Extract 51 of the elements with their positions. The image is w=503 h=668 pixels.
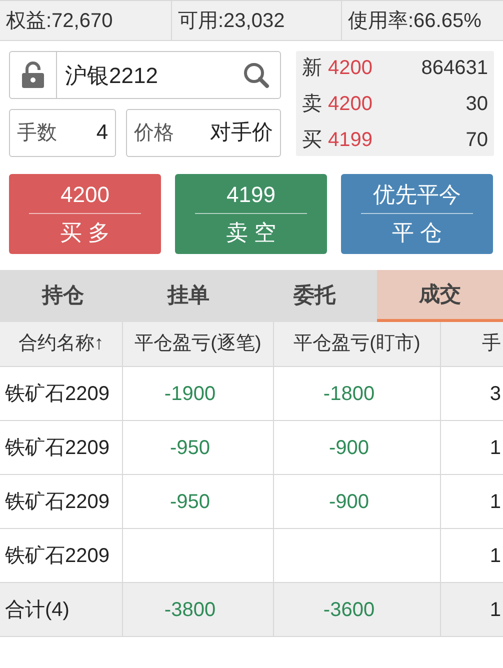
column-header[interactable]: 合约名称↑: [18, 330, 104, 358]
tab[interactable]: 挂单: [126, 270, 252, 322]
quote-volume: 864631: [421, 56, 488, 80]
tab[interactable]: 持仓: [0, 270, 126, 322]
table-cell-text: 铁矿石2209: [5, 436, 110, 460]
table-cell-text: -900: [328, 436, 370, 460]
column-header[interactable]: 手: [482, 330, 501, 358]
quote-label: 卖: [302, 92, 322, 116]
table-cell-text: 铁矿石2209: [5, 382, 110, 406]
table-cell-text: -950: [170, 436, 210, 460]
table-cell-text: -1900: [164, 382, 216, 406]
table-cell-text: 1: [490, 598, 501, 622]
table-cell-text: -900: [328, 490, 370, 514]
table-cell-text: -950: [170, 490, 210, 514]
table-cell-text: 铁矿石2209: [5, 544, 110, 568]
quote-price: 4200: [328, 56, 372, 80]
price-label: 价格: [134, 121, 174, 146]
quote-label: 买: [302, 128, 322, 152]
table-cell-text: -3600: [323, 598, 375, 622]
table-cell-text: 1: [490, 436, 501, 460]
table-cell-text: -1800: [323, 382, 375, 406]
symbol-field[interactable]: 沪银2212: [9, 51, 281, 99]
symbol-text: 沪银2212: [64, 62, 159, 90]
account-stat: 可用:23,032: [178, 8, 285, 34]
close-position-button[interactable]: 优先平今 平 仓: [341, 174, 493, 254]
quote-price: 4200: [328, 92, 372, 116]
table-cell-text: 1: [490, 490, 501, 514]
table-cell-text: -3800: [164, 598, 216, 622]
column-header[interactable]: 平仓盈亏(逐笔): [134, 330, 262, 358]
quote-volume: 30: [466, 92, 488, 116]
total-label: 合计(4): [5, 598, 70, 622]
account-stat: 使用率:66.65%: [348, 8, 482, 34]
table-cell-text: 1: [490, 544, 501, 568]
quote-volume: 70: [466, 128, 488, 152]
sell-short-button[interactable]: 4199 卖 空: [175, 174, 327, 254]
table-cell-text: 铁矿石2209: [5, 490, 110, 514]
quantity-label: 手数: [17, 121, 57, 146]
tab[interactable]: 成交: [377, 270, 503, 322]
table-cell-text: 3: [490, 382, 501, 406]
column-header[interactable]: 平仓盈亏(盯市): [294, 330, 420, 358]
price-field[interactable]: 价格 对手价: [126, 109, 281, 157]
quantity-field[interactable]: 手数 4: [9, 109, 116, 157]
account-stat: 权益:72,670: [6, 8, 113, 34]
quote-price: 4199: [328, 128, 372, 152]
tab[interactable]: 委托: [252, 270, 378, 322]
search-icon[interactable]: [242, 61, 270, 89]
quote-label: 新: [302, 56, 322, 80]
buy-long-button[interactable]: 4200 买 多: [9, 174, 161, 254]
price-value: 对手价: [210, 120, 273, 146]
quantity-value: 4: [96, 120, 108, 146]
unlocked-padlock-icon[interactable]: [21, 61, 45, 89]
